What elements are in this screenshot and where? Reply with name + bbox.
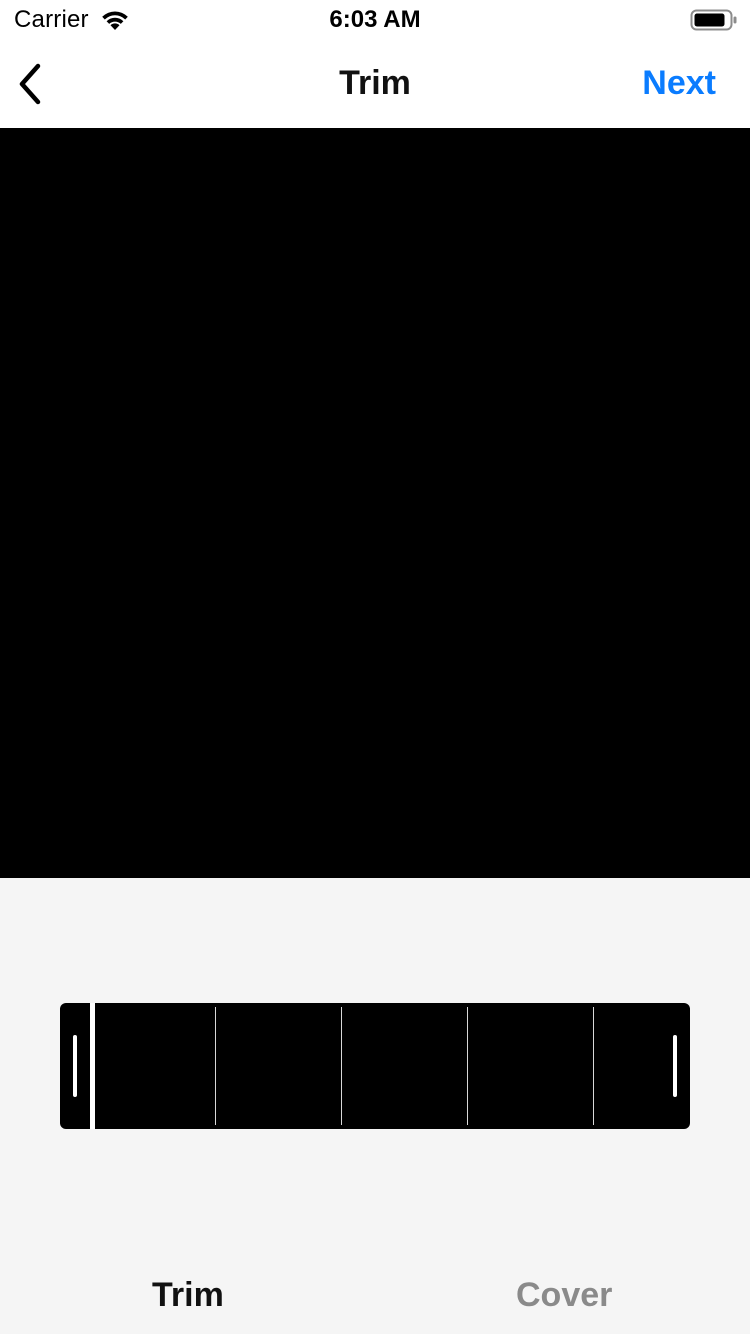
- status-time: 6:03 AM: [329, 6, 421, 33]
- playhead[interactable]: [90, 1003, 95, 1129]
- frame-divider: [593, 1007, 594, 1125]
- trim-end-handle[interactable]: [673, 1035, 677, 1097]
- navigation-bar: Trim Next: [0, 40, 750, 128]
- trim-timeline[interactable]: [60, 1003, 690, 1129]
- battery-icon: [690, 9, 737, 31]
- trim-screen: Carrier 6:03 AM Trim Next Trim Cover: [0, 0, 750, 1334]
- tab-trim[interactable]: Trim: [152, 1276, 224, 1315]
- trim-start-handle[interactable]: [73, 1035, 77, 1097]
- page-title: Trim: [339, 64, 411, 102]
- frame-divider: [341, 1007, 342, 1125]
- frame-divider: [467, 1007, 468, 1125]
- tab-cover[interactable]: Cover: [516, 1276, 612, 1315]
- video-preview[interactable]: [0, 128, 750, 878]
- frame-divider: [215, 1007, 216, 1125]
- next-button[interactable]: Next: [642, 64, 716, 103]
- status-bar: Carrier 6:03 AM: [0, 0, 750, 40]
